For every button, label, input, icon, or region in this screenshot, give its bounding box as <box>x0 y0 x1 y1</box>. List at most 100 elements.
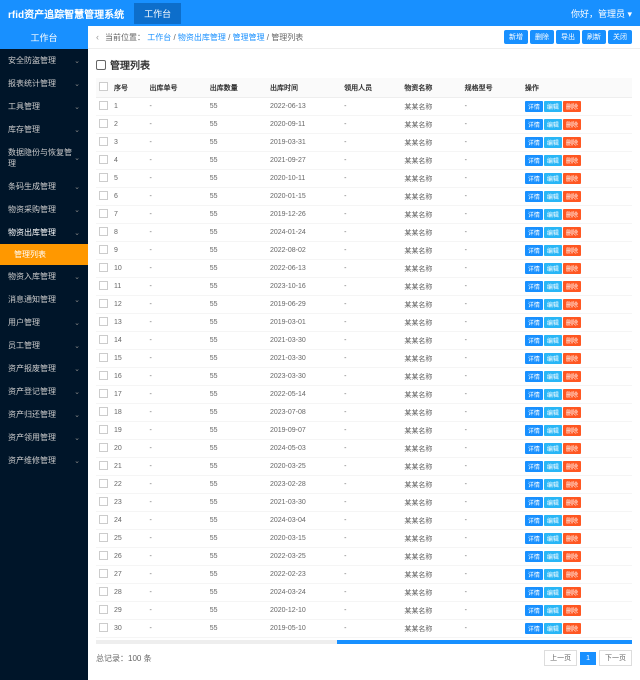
row-op-详情[interactable]: 详情 <box>525 317 543 328</box>
sidebar-item-0[interactable]: 安全防盗管理⌄ <box>0 49 88 72</box>
checkbox[interactable] <box>99 479 108 488</box>
row-op-编辑[interactable]: 编辑 <box>544 425 562 436</box>
checkbox[interactable] <box>99 425 108 434</box>
row-op-详情[interactable]: 详情 <box>525 119 543 130</box>
sidebar-item-1[interactable]: 报表统计管理⌄ <box>0 72 88 95</box>
sidebar-item-3[interactable]: 库存管理⌄ <box>0 118 88 141</box>
row-op-编辑[interactable]: 编辑 <box>544 587 562 598</box>
row-op-删除[interactable]: 删除 <box>563 299 581 310</box>
row-op-编辑[interactable]: 编辑 <box>544 137 562 148</box>
checkbox[interactable] <box>99 227 108 236</box>
row-op-删除[interactable]: 删除 <box>563 353 581 364</box>
sidebar-item-9[interactable]: 消息通知管理⌄ <box>0 288 88 311</box>
row-op-删除[interactable]: 删除 <box>563 371 581 382</box>
row-op-编辑[interactable]: 编辑 <box>544 515 562 526</box>
row-op-详情[interactable]: 详情 <box>525 371 543 382</box>
checkbox[interactable] <box>99 245 108 254</box>
checkbox[interactable] <box>99 497 108 506</box>
checkbox[interactable] <box>99 353 108 362</box>
sidebar-item-6[interactable]: 物资采购管理⌄ <box>0 198 88 221</box>
row-op-详情[interactable]: 详情 <box>525 281 543 292</box>
checkbox[interactable] <box>99 137 108 146</box>
sidebar-workbench[interactable]: 工作台 <box>0 26 88 49</box>
row-op-编辑[interactable]: 编辑 <box>544 155 562 166</box>
row-op-详情[interactable]: 详情 <box>525 623 543 634</box>
row-op-编辑[interactable]: 编辑 <box>544 533 562 544</box>
row-op-编辑[interactable]: 编辑 <box>544 497 562 508</box>
row-op-编辑[interactable]: 编辑 <box>544 299 562 310</box>
row-op-编辑[interactable]: 编辑 <box>544 191 562 202</box>
sidebar-item-15[interactable]: 资产领用管理⌄ <box>0 426 88 449</box>
row-op-编辑[interactable]: 编辑 <box>544 245 562 256</box>
btn-刷新[interactable]: 刷新 <box>582 30 606 44</box>
next-page[interactable]: 下一页 <box>599 650 632 666</box>
row-op-编辑[interactable]: 编辑 <box>544 263 562 274</box>
checkbox[interactable] <box>99 101 108 110</box>
checkbox[interactable] <box>99 173 108 182</box>
sidebar-item-8[interactable]: 物资入库管理⌄ <box>0 265 88 288</box>
row-op-编辑[interactable]: 编辑 <box>544 407 562 418</box>
checkbox[interactable] <box>99 515 108 524</box>
row-op-删除[interactable]: 删除 <box>563 569 581 580</box>
row-op-编辑[interactable]: 编辑 <box>544 479 562 490</box>
row-op-删除[interactable]: 删除 <box>563 533 581 544</box>
row-op-编辑[interactable]: 编辑 <box>544 335 562 346</box>
row-op-详情[interactable]: 详情 <box>525 407 543 418</box>
row-op-详情[interactable]: 详情 <box>525 587 543 598</box>
row-op-详情[interactable]: 详情 <box>525 479 543 490</box>
row-op-删除[interactable]: 删除 <box>563 443 581 454</box>
row-op-删除[interactable]: 删除 <box>563 551 581 562</box>
row-op-详情[interactable]: 详情 <box>525 101 543 112</box>
row-op-删除[interactable]: 删除 <box>563 335 581 346</box>
row-op-删除[interactable]: 删除 <box>563 281 581 292</box>
row-op-详情[interactable]: 详情 <box>525 533 543 544</box>
sidebar-item-16[interactable]: 资产维修管理⌄ <box>0 449 88 472</box>
row-op-删除[interactable]: 删除 <box>563 407 581 418</box>
row-op-编辑[interactable]: 编辑 <box>544 569 562 580</box>
row-op-编辑[interactable]: 编辑 <box>544 371 562 382</box>
sidebar-item-12[interactable]: 资产报废管理⌄ <box>0 357 88 380</box>
checkbox[interactable] <box>99 623 108 632</box>
checkbox[interactable] <box>99 155 108 164</box>
checkbox[interactable] <box>99 407 108 416</box>
sidebar-item-7[interactable]: 物资出库管理⌄ <box>0 221 88 244</box>
checkbox[interactable] <box>99 281 108 290</box>
back-icon[interactable]: ‹ <box>96 32 99 42</box>
checkbox[interactable] <box>99 119 108 128</box>
row-op-详情[interactable]: 详情 <box>525 245 543 256</box>
row-op-详情[interactable]: 详情 <box>525 209 543 220</box>
checkbox[interactable] <box>99 299 108 308</box>
sidebar-item-4[interactable]: 数据隐份与恢复管理⌄ <box>0 141 88 175</box>
row-op-详情[interactable]: 详情 <box>525 191 543 202</box>
row-op-详情[interactable]: 详情 <box>525 263 543 274</box>
sidebar-item-14[interactable]: 资产归还管理⌄ <box>0 403 88 426</box>
row-op-删除[interactable]: 删除 <box>563 497 581 508</box>
checkbox[interactable] <box>99 605 108 614</box>
prev-page[interactable]: 上一页 <box>544 650 577 666</box>
row-op-删除[interactable]: 删除 <box>563 425 581 436</box>
row-op-删除[interactable]: 删除 <box>563 101 581 112</box>
row-op-详情[interactable]: 详情 <box>525 551 543 562</box>
row-op-删除[interactable]: 删除 <box>563 479 581 490</box>
sidebar-item-2[interactable]: 工具管理⌄ <box>0 95 88 118</box>
row-op-编辑[interactable]: 编辑 <box>544 353 562 364</box>
row-op-编辑[interactable]: 编辑 <box>544 227 562 238</box>
btn-关闭[interactable]: 关闭 <box>608 30 632 44</box>
row-op-删除[interactable]: 删除 <box>563 119 581 130</box>
row-op-编辑[interactable]: 编辑 <box>544 623 562 634</box>
row-op-删除[interactable]: 删除 <box>563 317 581 328</box>
row-op-删除[interactable]: 删除 <box>563 515 581 526</box>
header-tab[interactable]: 工作台 <box>134 3 181 24</box>
btn-新增[interactable]: 新增 <box>504 30 528 44</box>
row-op-删除[interactable]: 删除 <box>563 461 581 472</box>
checkbox[interactable] <box>99 443 108 452</box>
checkbox[interactable] <box>99 371 108 380</box>
row-op-详情[interactable]: 详情 <box>525 389 543 400</box>
row-op-详情[interactable]: 详情 <box>525 353 543 364</box>
row-op-详情[interactable]: 详情 <box>525 173 543 184</box>
row-op-详情[interactable]: 详情 <box>525 335 543 346</box>
greeting[interactable]: 你好，管理员 ▾ <box>571 7 632 20</box>
row-op-编辑[interactable]: 编辑 <box>544 461 562 472</box>
checkbox[interactable] <box>99 335 108 344</box>
row-op-详情[interactable]: 详情 <box>525 569 543 580</box>
